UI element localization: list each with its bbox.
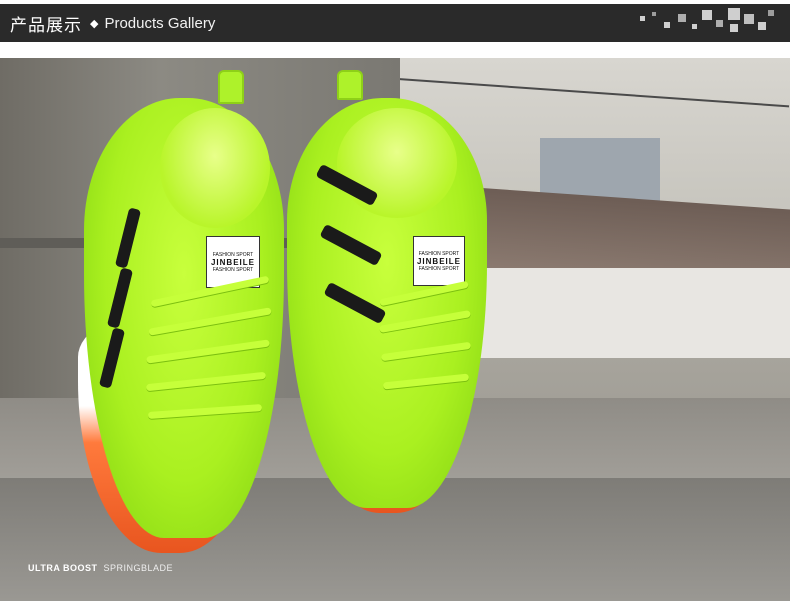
product-photo: FASHION SPORT JINBEILE FASHION SPORT FAS… xyxy=(0,58,790,601)
background-wall xyxy=(470,268,790,358)
right-shoe-collar xyxy=(337,108,457,218)
tongue-brand: JINBEILE xyxy=(210,257,255,267)
pixel-decoration xyxy=(630,4,780,42)
diamond-icon: ◆ xyxy=(90,17,99,30)
tongue-brand: JINBEILE xyxy=(416,256,461,266)
header-bar: 产品展示 ◆ Products Gallery xyxy=(0,4,790,42)
tongue-label-bottom: FASHION SPORT xyxy=(418,265,460,272)
right-shoe-heel-tab xyxy=(337,70,363,100)
photo-caption: ULTRA BOOST SPRINGBLADE xyxy=(28,563,173,573)
tongue-label-bottom: FASHION SPORT xyxy=(212,266,254,273)
left-shoe-heel-tab xyxy=(218,70,244,104)
caption-bold: ULTRA BOOST xyxy=(28,563,98,573)
left-shoe-collar xyxy=(160,108,270,228)
header-title-en: Products Gallery xyxy=(104,14,216,32)
left-shoe: FASHION SPORT JINBEILE FASHION SPORT xyxy=(70,68,290,558)
header-title-cn: 产品展示 xyxy=(10,15,82,36)
right-shoe: FASHION SPORT JINBEILE FASHION SPORT xyxy=(275,68,495,528)
caption-light: SPRINGBLADE xyxy=(103,563,174,573)
right-shoe-tongue-label: FASHION SPORT JINBEILE FASHION SPORT xyxy=(413,236,465,286)
